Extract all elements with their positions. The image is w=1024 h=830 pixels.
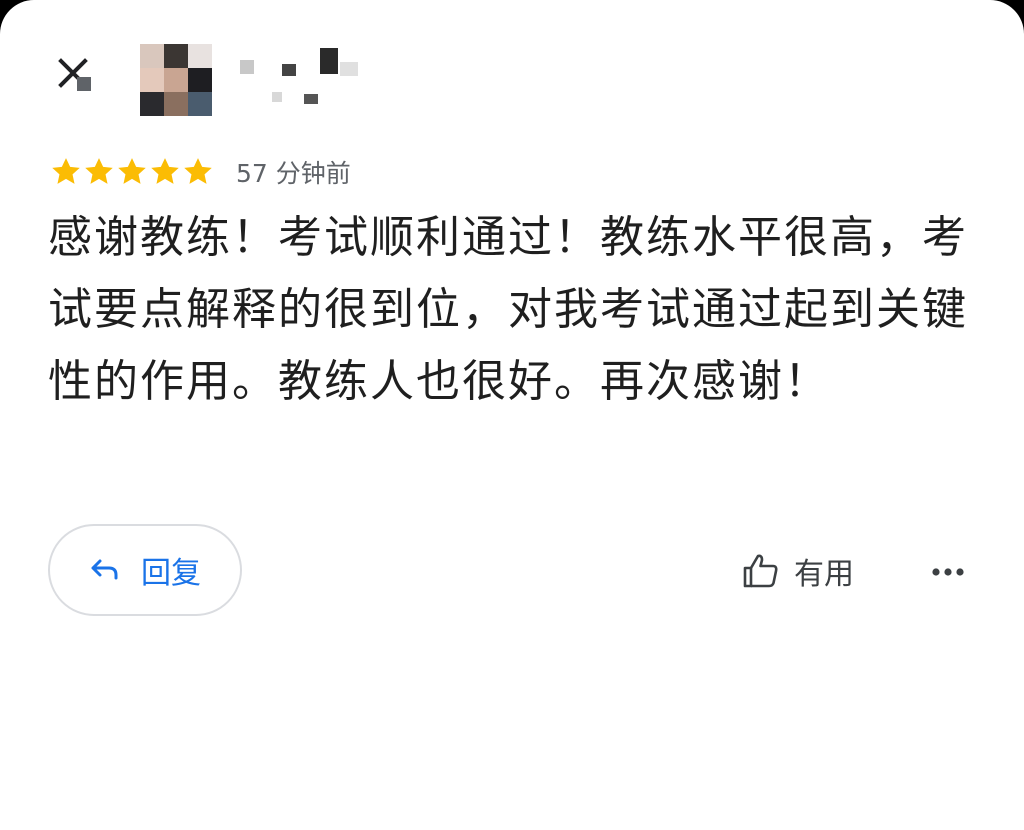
review-time: 57 分钟前 <box>236 159 351 188</box>
star-icon <box>52 158 80 184</box>
rating-row: 57 分钟前 <box>50 152 351 192</box>
reply-button[interactable]: 回复 <box>48 524 242 616</box>
helpful-button[interactable]: 有用 <box>742 546 854 596</box>
reply-arrow-icon <box>91 559 118 580</box>
avatar[interactable] <box>140 44 212 116</box>
review-text: 感谢教练！考试顺利通过！教练水平很高，考试要点解释的很到位，对我考试通过起到关键… <box>48 212 968 407</box>
star-icon <box>184 158 212 184</box>
review-header <box>0 0 1024 140</box>
star-rating <box>50 156 214 188</box>
helpful-label: 有用 <box>794 557 854 592</box>
star-icon <box>118 158 146 184</box>
reply-label: 回复 <box>141 556 201 591</box>
more-options-button[interactable] <box>922 550 974 594</box>
review-card: 57 分钟前 感谢教练！考试顺利通过！教练水平很高，考试要点解释的很到位，对我考… <box>0 0 1024 830</box>
reviewer-name[interactable] <box>232 48 372 114</box>
close-icon <box>58 58 91 91</box>
more-horizontal-icon <box>932 568 964 576</box>
star-icon <box>85 158 113 184</box>
thumb-up-icon <box>743 554 778 588</box>
close-button[interactable] <box>52 52 98 98</box>
star-icon <box>151 158 179 184</box>
